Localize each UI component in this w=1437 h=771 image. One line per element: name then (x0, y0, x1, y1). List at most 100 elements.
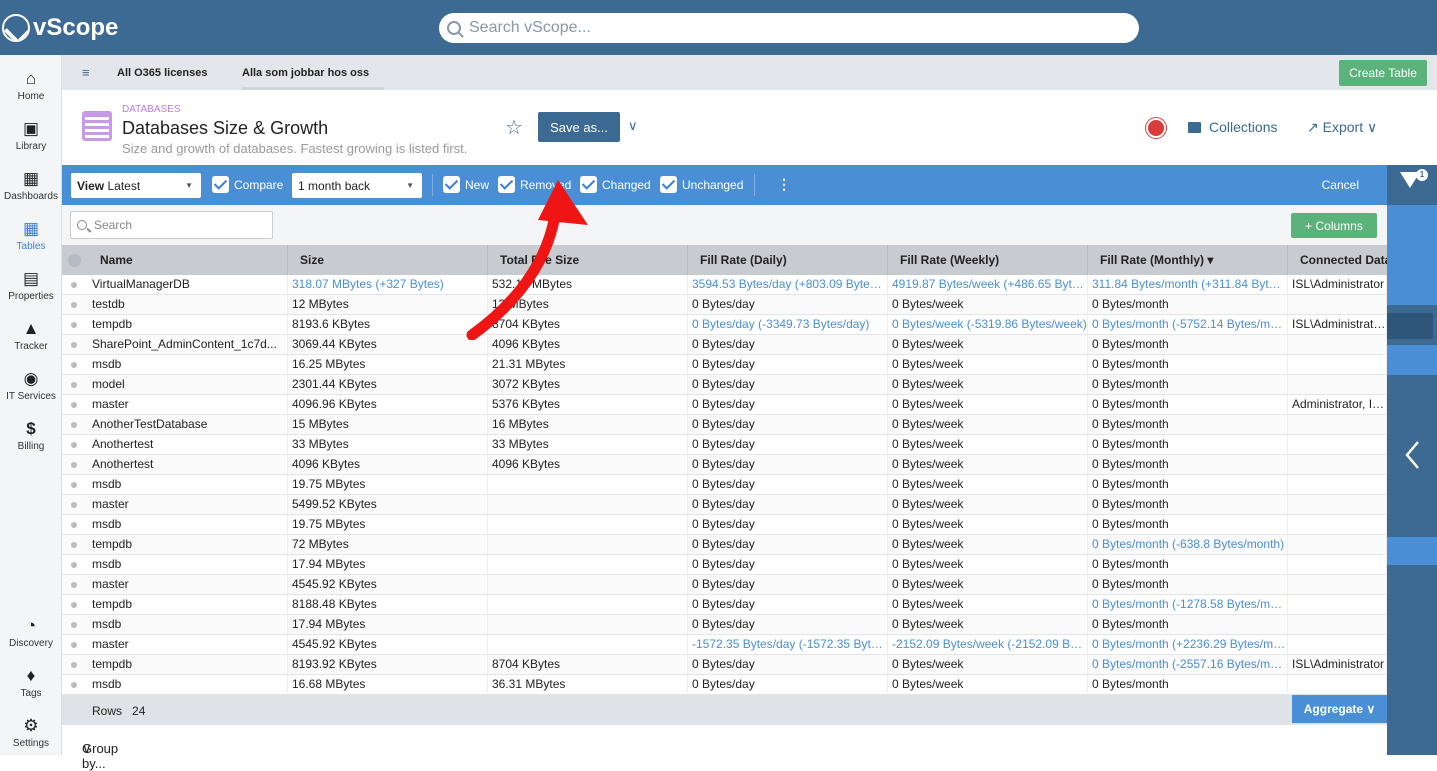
table-row[interactable]: Anothertest 4096 KBytes 4096 KBytes 0 Bytes… (62, 455, 1387, 475)
nav-dashboards[interactable]: ▦ Dashboards (0, 163, 62, 209)
table-row[interactable]: tempdb 8193.6 KBytes 8704 KBytes 0 Bytes/da… (62, 315, 1387, 335)
nav-settings[interactable]: ⚙ Settings (0, 710, 62, 756)
row-select-icon[interactable] (71, 442, 77, 448)
panel-slot[interactable] (1387, 313, 1433, 339)
table-search-input[interactable]: Search (70, 211, 273, 239)
nav-it-services[interactable]: ◉ IT Services (0, 363, 62, 409)
more-options-icon[interactable]: ⋮ (777, 176, 791, 193)
vscope-logo[interactable]: vScope (2, 12, 118, 44)
row-select-icon[interactable] (71, 542, 77, 548)
row-select-icon[interactable] (71, 422, 77, 428)
star-icon[interactable]: ☆ (505, 115, 523, 140)
column-header-name[interactable]: Name (88, 245, 288, 275)
add-columns-button[interactable]: + Columns (1291, 213, 1377, 238)
table-row[interactable]: msdb 17.94 MBytes 0 Bytes/day 0 Bytes/week 0… (62, 555, 1387, 575)
table-row[interactable]: VirtualManagerDB 318.07 MBytes (+327 Byte… (62, 275, 1387, 295)
period-select[interactable]: 1 month back ▼ (292, 173, 422, 198)
row-select-icon[interactable] (71, 342, 77, 348)
table-row[interactable]: master 4545.92 KBytes 0 Bytes/day 0 Bytes/w… (62, 575, 1387, 595)
tracker-icon: ▲ (22, 319, 40, 338)
cell-total-file-size: 3072 KBytes (488, 375, 688, 395)
cell-total-file-size (488, 475, 688, 495)
save-as-button[interactable]: Save as... (538, 112, 620, 142)
table-row[interactable]: master 4096.96 KBytes 5376 KBytes 0 Bytes/d… (62, 395, 1387, 415)
cell-fill-monthly: 0 Bytes/month (1088, 475, 1288, 495)
aggregate-button[interactable]: Aggregate ∨ (1292, 695, 1387, 723)
column-header-connected-data[interactable]: Connected Data (1288, 245, 1387, 275)
row-select-icon[interactable] (71, 382, 77, 388)
cell-size: 4545.92 KBytes (288, 635, 488, 655)
row-select-icon[interactable] (71, 462, 77, 468)
table-row[interactable]: msdb 19.75 MBytes 0 Bytes/day 0 Bytes/week 0… (62, 515, 1387, 535)
cell-name: msdb (88, 475, 288, 495)
cell-name: master (88, 495, 288, 515)
export-button[interactable]: ↗ Export ∨ (1307, 119, 1377, 136)
cell-name: msdb (88, 355, 288, 375)
chevron-down-icon[interactable]: ∨ (628, 118, 638, 134)
nav-tables[interactable]: ▦ Tables (0, 213, 62, 259)
chevron-left-icon[interactable] (1404, 440, 1420, 470)
cell-fill-monthly: 0 Bytes/month (1088, 455, 1288, 475)
row-select-icon[interactable] (71, 402, 77, 408)
column-header-size[interactable]: Size (288, 245, 488, 275)
unchanged-checkbox[interactable]: Unchanged (660, 176, 743, 193)
row-select-icon[interactable] (71, 482, 77, 488)
nav-billing[interactable]: $ Billing (0, 413, 62, 459)
row-select-icon[interactable] (71, 302, 77, 308)
row-select-icon[interactable] (71, 562, 77, 568)
row-select-icon[interactable] (71, 682, 77, 688)
column-header-fill-rate-monthly[interactable]: Fill Rate (Monthly) ▾ (1088, 245, 1288, 275)
table-row[interactable]: AnotherTestDatabase 15 MBytes 16 MBytes 0 B… (62, 415, 1387, 435)
table-row[interactable]: model 2301.44 KBytes 3072 KBytes 0 Bytes/da… (62, 375, 1387, 395)
row-select-icon[interactable] (71, 642, 77, 648)
table-row[interactable]: tempdb 8193.92 KBytes 8704 KBytes 0 Bytes/d… (62, 655, 1387, 675)
top-bar: vScope Search vScope... (0, 0, 1437, 55)
table-row[interactable]: testdb 12 MBytes 13 MBytes 0 Bytes/day 0 Byt… (62, 295, 1387, 315)
breadcrumb[interactable]: DATABASES (122, 104, 181, 115)
nav-properties[interactable]: ▤ Properties (0, 263, 62, 309)
row-select-icon[interactable] (71, 662, 77, 668)
column-header-fill-rate-weekly[interactable]: Fill Rate (Weekly) (888, 245, 1088, 275)
cell-size: 4096 KBytes (288, 455, 488, 475)
table-row[interactable]: tempdb 72 MBytes 0 Bytes/day 0 Bytes/week 0 … (62, 535, 1387, 555)
row-select-icon[interactable] (71, 622, 77, 628)
table-row[interactable]: msdb 17.94 MBytes 0 Bytes/day 0 Bytes/week 0… (62, 615, 1387, 635)
create-table-button[interactable]: Create Table (1339, 60, 1427, 86)
row-select-icon[interactable] (71, 582, 77, 588)
nav-library[interactable]: ▣ Library (0, 113, 62, 159)
view-select[interactable]: View Latest ▼ (71, 173, 201, 198)
table-row[interactable]: SharePoint_AdminContent_1c7d... 3069.44 K… (62, 335, 1387, 355)
row-select-icon[interactable] (71, 362, 77, 368)
nav-discovery[interactable]: ◔ Discovery (0, 610, 62, 656)
cell-size: 3069.44 KBytes (288, 335, 488, 355)
table-row[interactable]: master 4545.92 KBytes -1572.35 Bytes/day (… (62, 635, 1387, 655)
row-select-icon[interactable] (71, 502, 77, 508)
table-row[interactable]: msdb 16.68 MBytes 36.31 MBytes 0 Bytes/day 0… (62, 675, 1387, 695)
row-select-icon[interactable] (71, 602, 77, 608)
tab-alla-som-jobbar[interactable]: Alla som jobbar hos oss (242, 55, 384, 90)
table-row[interactable]: msdb 19.75 MBytes 0 Bytes/day 0 Bytes/week 0… (62, 475, 1387, 495)
compare-checkbox[interactable]: Compare (212, 176, 283, 193)
cell-connected-data (1288, 595, 1387, 615)
group-by-select[interactable]: Group by... ∨ (62, 725, 1387, 771)
row-select-icon[interactable] (71, 282, 77, 288)
table-row[interactable]: msdb 16.25 MBytes 21.31 MBytes 0 Bytes/day 0… (62, 355, 1387, 375)
global-search-input[interactable]: Search vScope... (439, 13, 1139, 43)
globe-icon[interactable] (1146, 118, 1166, 138)
nav-tracker[interactable]: ▲ Tracker (0, 313, 62, 359)
cell-size: 2301.44 KBytes (288, 375, 488, 395)
column-header-fill-rate-daily[interactable]: Fill Rate (Daily) (688, 245, 888, 275)
table-row[interactable]: Anothertest 33 MBytes 33 MBytes 0 Bytes/day… (62, 435, 1387, 455)
select-all-icon[interactable] (68, 254, 81, 267)
toolbar-divider (754, 174, 755, 196)
row-select-icon[interactable] (71, 522, 77, 528)
nav-home[interactable]: ⌂ Home (0, 63, 62, 109)
table-row[interactable]: tempdb 8188.48 KBytes 0 Bytes/day 0 Bytes/w… (62, 595, 1387, 615)
row-select-icon[interactable] (71, 322, 77, 328)
cancel-button[interactable]: Cancel (1322, 178, 1359, 192)
collections-button[interactable]: Collections (1188, 119, 1277, 135)
nav-tags[interactable]: ♦ Tags (0, 660, 62, 706)
table-row[interactable]: master 5499.52 KBytes 0 Bytes/day 0 Bytes/w… (62, 495, 1387, 515)
tab-o365-licenses[interactable]: All O365 licenses (117, 55, 227, 90)
sort-icon[interactable]: ≡ (82, 65, 90, 80)
